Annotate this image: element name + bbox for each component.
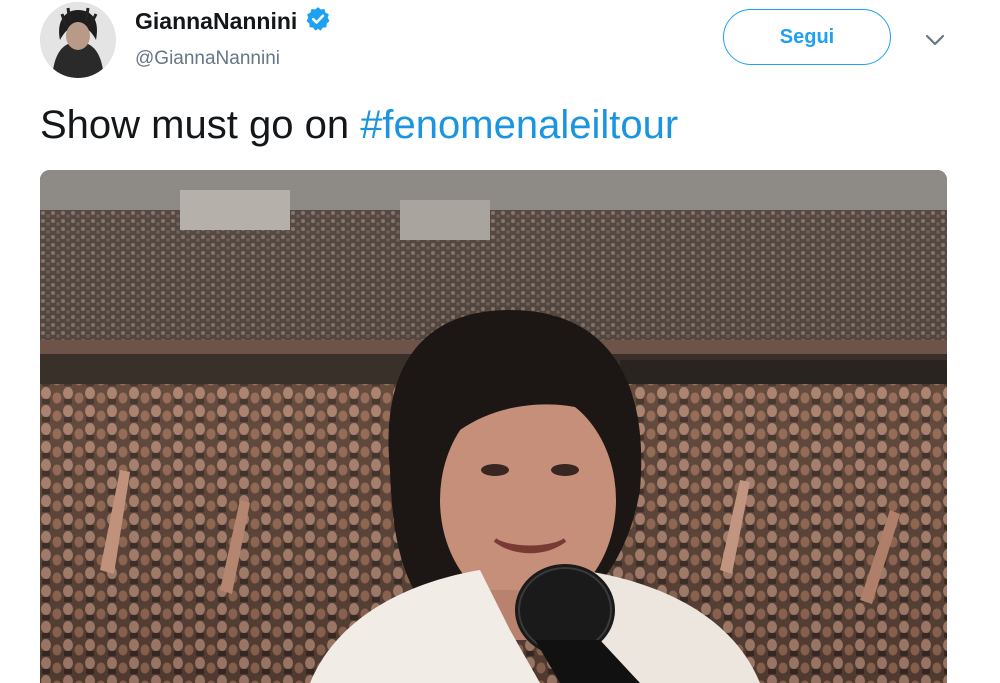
user-handle[interactable]: @GiannaNannini	[135, 48, 280, 70]
tweet-media-video[interactable]	[40, 170, 947, 683]
tweet-text-body: Show must go on	[40, 103, 361, 147]
hashtag-link[interactable]: #fenomenaleiltour	[360, 103, 678, 147]
display-name[interactable]: GiannaNannini	[135, 8, 297, 35]
concert-selfie-image	[40, 170, 947, 683]
follow-button[interactable]: Segui	[723, 9, 891, 65]
verified-badge-icon	[305, 6, 331, 37]
author-name-row[interactable]: GiannaNannini	[135, 6, 331, 37]
avatar[interactable]	[40, 2, 116, 78]
tweet-text: Show must go on #fenomenaleiltour	[40, 103, 678, 148]
chevron-down-icon[interactable]	[923, 30, 947, 50]
